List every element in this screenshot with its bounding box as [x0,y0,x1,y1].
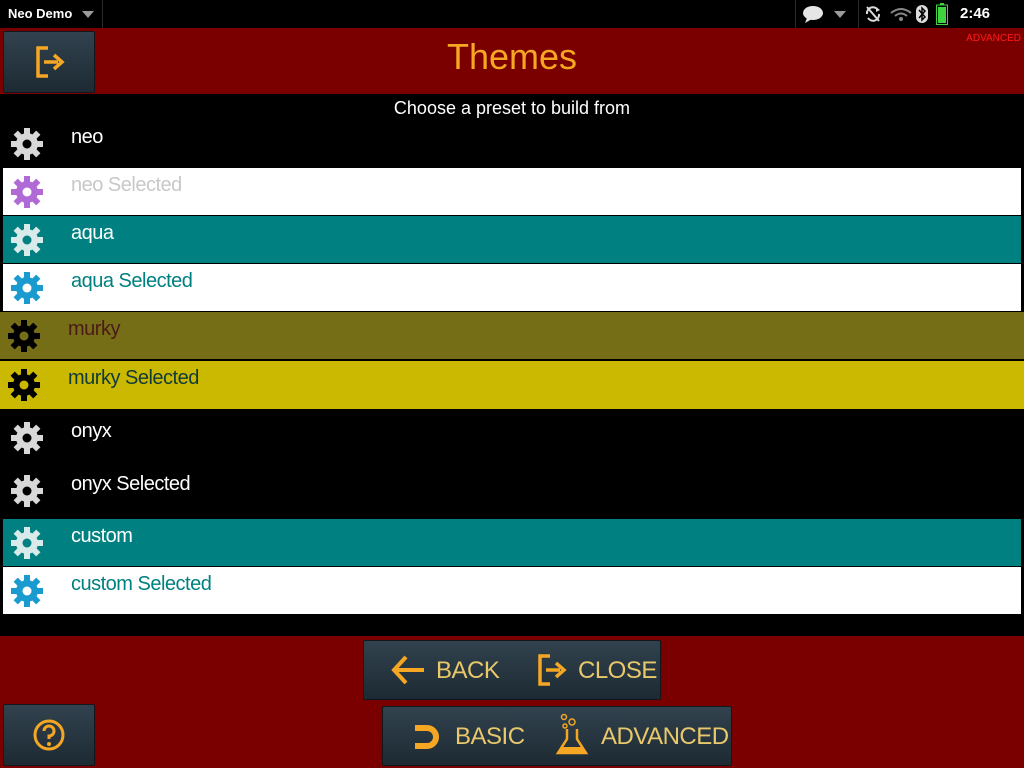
theme-label: aqua [71,222,114,244]
wifi-icon [890,8,912,21]
theme-row[interactable]: aqua Selected [3,264,1021,311]
theme-row[interactable]: onyx Selected [3,467,1021,514]
chevron-down-icon [82,11,94,18]
theme-label: custom Selected [71,573,212,595]
gear-icon [10,474,44,508]
gear-icon [7,368,41,402]
theme-label: murky [68,318,120,340]
theme-row[interactable]: neo Selected [3,168,1021,215]
magnet-icon [415,725,439,749]
theme-row[interactable]: murky [0,312,1024,359]
theme-row[interactable]: aqua [3,216,1021,263]
gear-icon [10,271,44,305]
app-menu[interactable]: Neo Demo [0,0,103,28]
list-subtitle: Choose a preset to build from [0,94,1024,120]
back-arrow-icon [391,655,424,685]
advanced-label: ADVANCED [601,723,729,750]
bluetooth-icon [916,5,928,23]
system-tray[interactable]: 2:46 [860,0,1024,28]
theme-row[interactable]: murky Selected [0,361,1024,409]
nav-button-group: BACK CLOSE [363,640,661,700]
chat-bubble-icon [803,6,823,23]
theme-label: onyx [71,420,112,442]
theme-row[interactable]: custom [3,519,1021,566]
advanced-button[interactable]: ADVANCED [533,707,731,765]
theme-row[interactable]: neo [3,120,1021,167]
app-name: Neo Demo [8,6,73,21]
theme-row[interactable]: custom Selected [3,567,1021,614]
mode-tag: ADVANCED [966,33,1021,44]
flask-icon [555,713,589,755]
gear-icon [10,223,44,257]
gear-icon [7,319,41,353]
chevron-down-icon [834,11,846,18]
help-icon [33,719,65,751]
theme-label: neo Selected [71,174,182,196]
theme-label: murky Selected [68,367,199,389]
back-label: BACK [436,657,500,684]
back-button[interactable]: BACK [364,641,512,699]
theme-label: custom [71,525,133,547]
gear-icon [10,421,44,455]
exit-icon [538,654,567,686]
basic-label: BASIC [455,723,525,750]
clock: 2:46 [960,5,991,22]
status-bar: Neo Demo 2:46 [0,0,1024,28]
page-title: Themes [446,36,578,77]
theme-row[interactable]: onyx [3,414,1021,461]
gear-icon [10,175,44,209]
gear-icon [10,127,44,161]
theme-label: neo [71,126,103,148]
sync-icon [865,6,881,22]
close-label: CLOSE [578,657,657,684]
gear-icon [10,526,44,560]
battery-icon [936,3,948,25]
help-button[interactable] [3,704,95,766]
theme-label: aqua Selected [71,270,193,292]
basic-button[interactable]: BASIC [383,707,533,765]
mode-button-group: BASIC ADVANCED [382,706,732,766]
notification-area[interactable] [795,0,859,28]
theme-label: onyx Selected [71,473,191,495]
gear-icon [10,574,44,608]
close-button[interactable]: CLOSE [512,641,660,699]
